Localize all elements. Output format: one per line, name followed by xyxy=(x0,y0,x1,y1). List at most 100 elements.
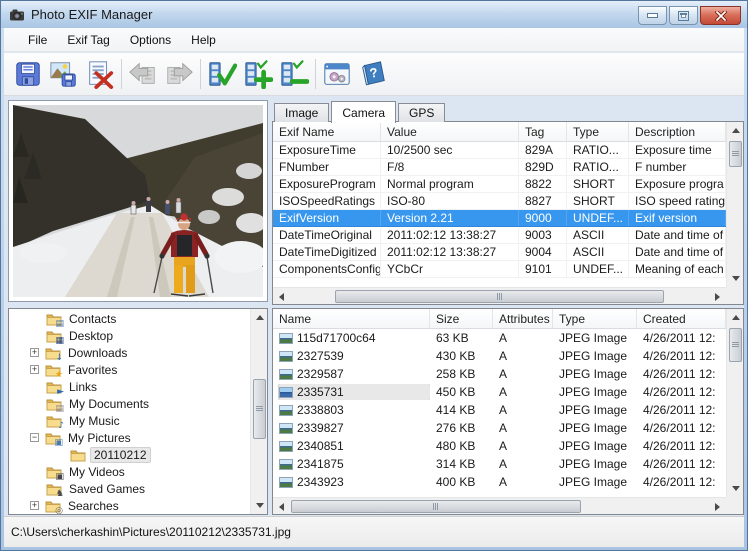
tab-image[interactable]: Image xyxy=(274,103,329,122)
column-header-type[interactable]: Type xyxy=(567,122,629,141)
exif-cell: ComponentsConfig... xyxy=(273,261,381,277)
tree-item-20110212[interactable]: 20110212 xyxy=(9,446,250,463)
column-header-type[interactable]: Type xyxy=(553,309,637,328)
remove-tag-button[interactable] xyxy=(276,55,312,93)
apply-tags-button[interactable] xyxy=(204,55,240,93)
file-row-2339827[interactable]: 2339827276 KBAJPEG Image4/26/2011 12: xyxy=(273,419,726,437)
options-button[interactable] xyxy=(319,55,355,93)
file-size-cell: 414 KB xyxy=(430,403,493,417)
tree-item-searches[interactable]: +◎Searches xyxy=(9,497,250,514)
scrollbar-thumb[interactable] xyxy=(291,500,581,513)
tree-item-label: My Music xyxy=(66,414,123,428)
next-image-button[interactable] xyxy=(161,55,197,93)
column-header-value[interactable]: Value xyxy=(381,122,519,141)
maximize-button[interactable] xyxy=(669,6,698,25)
save-image-icon xyxy=(49,59,79,89)
column-header-created[interactable]: Created xyxy=(637,309,726,328)
scroll-down-button[interactable] xyxy=(727,270,744,287)
file-row-2329587[interactable]: 2329587258 KBAJPEG Image4/26/2011 12: xyxy=(273,365,726,383)
tree-item-label: Desktop xyxy=(66,329,116,343)
file-attributes-cell: A xyxy=(493,385,553,399)
tree-item-favorites[interactable]: +★Favorites xyxy=(9,361,250,378)
exif-row-datetimeoriginal[interactable]: DateTimeOriginal2011:02:12 13:38:279003A… xyxy=(273,227,726,244)
file-row-2327539[interactable]: 2327539430 KBAJPEG Image4/26/2011 12: xyxy=(273,347,726,365)
tree-item-label: My Videos xyxy=(66,465,128,479)
save-image-button[interactable] xyxy=(46,55,82,93)
exif-cell: Meaning of each xyxy=(629,261,726,277)
file-type-cell: JPEG Image xyxy=(553,475,637,489)
exif-row-exposureprogram[interactable]: ExposureProgramNormal program8822SHORTEx… xyxy=(273,176,726,193)
file-name-cell: 115d71700c64 xyxy=(273,330,430,346)
help-button[interactable]: ? xyxy=(355,55,391,93)
scrollbar-thumb[interactable] xyxy=(253,379,266,439)
column-header-description[interactable]: Description xyxy=(629,122,726,141)
scroll-down-button[interactable] xyxy=(251,497,268,514)
file-row-2335731[interactable]: 2335731450 KBAJPEG Image4/26/2011 12: xyxy=(273,383,726,401)
tree-item-my-pictures[interactable]: −▣My Pictures xyxy=(9,429,250,446)
expand-icon[interactable]: + xyxy=(30,501,39,510)
files-horizontal-scrollbar[interactable] xyxy=(273,497,726,514)
tree-vertical-scrollbar[interactable] xyxy=(250,309,267,514)
expand-icon[interactable]: + xyxy=(30,365,39,374)
tree-item-my-music[interactable]: ♪My Music xyxy=(9,412,250,429)
scrollbar-thumb[interactable] xyxy=(729,141,742,167)
scrollbar-thumb[interactable] xyxy=(729,328,742,362)
tree-item-my-videos[interactable]: ▣My Videos xyxy=(9,463,250,480)
file-row-115d71700c64[interactable]: 115d71700c6463 KBAJPEG Image4/26/2011 12… xyxy=(273,329,726,347)
exif-row-exifversion[interactable]: ExifVersionVersion 2.219000UNDEF...Exif … xyxy=(273,210,726,227)
file-row-2338803[interactable]: 2338803414 KBAJPEG Image4/26/2011 12: xyxy=(273,401,726,419)
exif-row-datetimedigitized[interactable]: DateTimeDigitized2011:02:12 13:38:279004… xyxy=(273,244,726,261)
collapse-icon[interactable]: − xyxy=(30,433,39,442)
minimize-button[interactable] xyxy=(638,6,667,25)
scroll-down-button[interactable] xyxy=(727,480,744,497)
title-bar[interactable]: Photo EXIF Manager xyxy=(1,1,747,28)
scroll-up-button[interactable] xyxy=(251,309,268,326)
tree-item-contacts[interactable]: ▤Contacts xyxy=(9,310,250,327)
searches-folder-icon: ◎ xyxy=(45,499,61,513)
file-row-2340851[interactable]: 2340851480 KBAJPEG Image4/26/2011 12: xyxy=(273,437,726,455)
tree-item-downloads[interactable]: +↓Downloads xyxy=(9,344,250,361)
menu-item-exif-tag[interactable]: Exif Tag xyxy=(57,30,119,50)
tab-camera[interactable]: Camera xyxy=(331,101,396,123)
files-vertical-scrollbar[interactable] xyxy=(726,309,743,497)
scrollbar-thumb[interactable] xyxy=(335,290,664,303)
previous-image-button[interactable] xyxy=(125,55,161,93)
scroll-right-button[interactable] xyxy=(709,498,726,515)
file-name: 2327539 xyxy=(297,349,344,363)
exif-row-isospeedratings[interactable]: ISOSpeedRatingsISO-808827SHORTISO speed … xyxy=(273,193,726,210)
exif-row-fnumber[interactable]: FNumberF/8829DRATIO...F number xyxy=(273,159,726,176)
expand-icon[interactable]: + xyxy=(30,348,39,357)
scroll-left-button[interactable] xyxy=(273,288,290,305)
exif-row-componentsconfig[interactable]: ComponentsConfig...YCbCr9101UNDEF...Mean… xyxy=(273,261,726,278)
add-tag-button[interactable] xyxy=(240,55,276,93)
exif-vertical-scrollbar[interactable] xyxy=(726,122,743,287)
tree-item-saved-games[interactable]: ♞Saved Games xyxy=(9,480,250,497)
menu-item-options[interactable]: Options xyxy=(120,30,181,50)
exif-row-exposuretime[interactable]: ExposureTime10/2500 sec829ARATIO...Expos… xyxy=(273,142,726,159)
tree-item-links[interactable]: ►Links xyxy=(9,378,250,395)
scroll-left-button[interactable] xyxy=(273,498,290,515)
exif-horizontal-scrollbar[interactable] xyxy=(273,287,726,304)
menu-item-help[interactable]: Help xyxy=(181,30,226,50)
column-header-tag[interactable]: Tag xyxy=(519,122,567,141)
tree-item-desktop[interactable]: ▦Desktop xyxy=(9,327,250,344)
column-header-exif-name[interactable]: Exif Name xyxy=(273,122,381,141)
menu-item-file[interactable]: File xyxy=(18,30,57,50)
scroll-right-button[interactable] xyxy=(709,288,726,305)
tree-item-my-documents[interactable]: ▤My Documents xyxy=(9,395,250,412)
close-button[interactable] xyxy=(700,6,741,25)
scroll-up-button[interactable] xyxy=(727,122,744,139)
save-button[interactable] xyxy=(10,55,46,93)
scroll-up-button[interactable] xyxy=(727,309,744,326)
exif-cell: ExposureTime xyxy=(273,142,381,158)
toolbar-separator xyxy=(200,59,201,89)
file-row-2343923[interactable]: 2343923400 KBAJPEG Image4/26/2011 12: xyxy=(273,473,726,491)
delete-exif-button[interactable] xyxy=(82,55,118,93)
tab-gps[interactable]: GPS xyxy=(398,103,445,122)
file-size-cell: 276 KB xyxy=(430,421,493,435)
column-header-attributes[interactable]: Attributes xyxy=(493,309,553,328)
downloads-folder-icon: ↓ xyxy=(45,346,61,360)
file-row-2341875[interactable]: 2341875314 KBAJPEG Image4/26/2011 12: xyxy=(273,455,726,473)
column-header-name[interactable]: Name xyxy=(273,309,430,328)
column-header-size[interactable]: Size xyxy=(430,309,493,328)
